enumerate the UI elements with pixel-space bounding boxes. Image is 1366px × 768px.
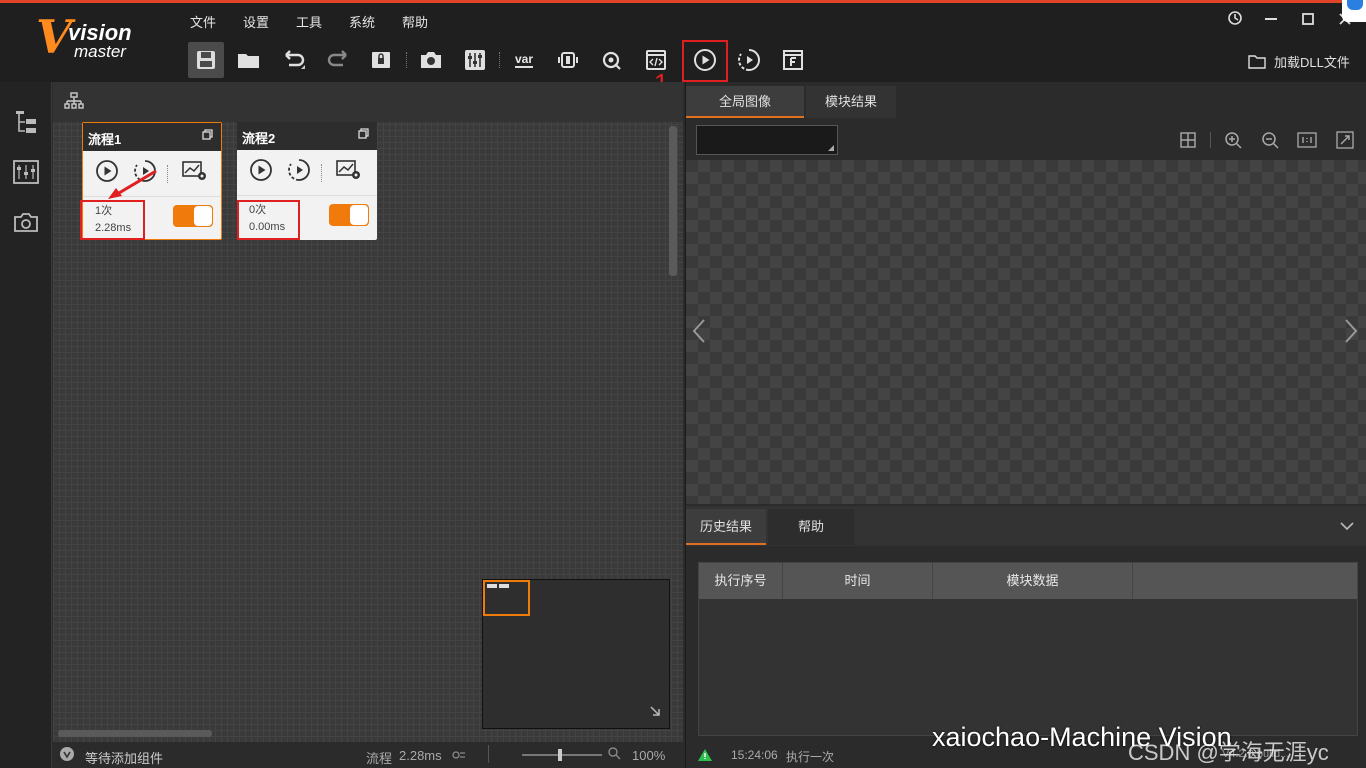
annotation-arrow xyxy=(108,169,157,199)
menu-help[interactable]: 帮助 xyxy=(402,12,428,31)
toolbox-panel-icon[interactable] xyxy=(12,158,40,186)
variable-icon[interactable]: var xyxy=(506,42,542,78)
zoom-out-icon[interactable] xyxy=(1260,131,1280,151)
camera-side-icon[interactable] xyxy=(12,208,40,236)
controller-settings-icon[interactable] xyxy=(457,42,493,78)
image-settings-icon[interactable] xyxy=(182,160,208,187)
communication-icon[interactable] xyxy=(550,42,586,78)
process-card-header: 流程2 xyxy=(237,122,377,150)
history-clock-icon[interactable] xyxy=(1224,10,1246,32)
process-title: 流程1 xyxy=(88,132,122,147)
camera-icon[interactable] xyxy=(413,42,449,78)
loop-run-process-icon[interactable] xyxy=(287,158,311,187)
run-once-highlight-box xyxy=(682,40,728,82)
process-title: 流程2 xyxy=(242,131,276,146)
hierarchy-icon[interactable] xyxy=(64,92,84,115)
load-dll-label: 加载DLL文件 xyxy=(1274,55,1350,70)
corner-badge xyxy=(1342,0,1366,22)
image-display-area[interactable] xyxy=(686,160,1366,504)
menu-file[interactable]: 文件 xyxy=(190,12,216,31)
process-enable-toggle[interactable] xyxy=(329,204,369,226)
redo-icon[interactable] xyxy=(320,42,356,78)
maximize-button[interactable] xyxy=(1297,10,1319,32)
restore-window-icon[interactable] xyxy=(202,129,213,143)
lock-icon[interactable] xyxy=(363,42,399,78)
resize-corner-icon[interactable] xyxy=(649,704,661,722)
process-enable-toggle[interactable] xyxy=(173,205,213,227)
function-f-icon[interactable] xyxy=(775,42,811,78)
csdn-watermark: CSDN @学海无涯yc xyxy=(1128,740,1329,765)
last-run-message: 执行一次 xyxy=(786,750,835,764)
process-tree-icon[interactable] xyxy=(12,108,40,136)
status-info-icon xyxy=(59,746,75,767)
canvas-vertical-scrollbar[interactable] xyxy=(669,126,677,276)
status-separator xyxy=(488,745,489,763)
zoom-search-icon xyxy=(608,747,621,765)
next-image-icon[interactable] xyxy=(1344,318,1358,351)
run-count-highlight-box xyxy=(80,200,145,240)
image-tool-separator xyxy=(1210,132,1211,148)
fit-image-icon[interactable] xyxy=(1178,131,1198,151)
collapse-chevron-icon[interactable] xyxy=(1340,518,1354,536)
app-logo: V vision master xyxy=(36,14,166,70)
icon-separator xyxy=(321,163,322,182)
toolbar-separator xyxy=(406,52,407,68)
process-card-header: 流程1 xyxy=(83,123,221,151)
last-run-time: 15:24:06 xyxy=(731,748,778,762)
status-message: 等待添加组件 xyxy=(85,751,164,766)
folder-outline-icon xyxy=(1248,55,1266,69)
canvas-horizontal-scrollbar[interactable] xyxy=(58,730,212,737)
open-folder-icon[interactable] xyxy=(231,42,267,78)
settings-small-icon[interactable] xyxy=(452,748,466,766)
save-icon[interactable] xyxy=(188,42,224,78)
canvas-header xyxy=(53,82,683,122)
table-header: 执行序号 时间 模块数据 xyxy=(699,563,1357,599)
var-label: var xyxy=(514,51,534,68)
logo-word-master: master xyxy=(74,42,126,61)
minimize-button[interactable] xyxy=(1260,10,1282,32)
history-results-table: 执行序号 时间 模块数据 xyxy=(698,562,1358,736)
column-module-data[interactable]: 模块数据 xyxy=(933,563,1133,599)
run-count-highlight-box xyxy=(237,200,300,240)
status-ok-icon xyxy=(697,748,713,767)
zoom-in-icon[interactable] xyxy=(1223,131,1243,151)
zoom-slider[interactable] xyxy=(522,749,602,761)
icon-separator xyxy=(167,164,168,183)
fullscreen-icon[interactable] xyxy=(1335,131,1355,151)
load-dll-button[interactable]: 加载DLL文件 xyxy=(1248,52,1350,71)
run-process-icon[interactable] xyxy=(249,158,273,187)
image-source-select[interactable] xyxy=(696,125,838,155)
menu-system[interactable]: 系统 xyxy=(349,12,375,31)
tab-global-image[interactable]: 全局图像 xyxy=(686,86,804,118)
previous-image-icon[interactable] xyxy=(692,318,706,351)
logo-letter: V xyxy=(36,10,72,64)
restore-window-icon[interactable] xyxy=(358,128,369,142)
toolbar-separator xyxy=(499,52,500,68)
tab-help[interactable]: 帮助 xyxy=(768,509,854,545)
image-settings-icon[interactable] xyxy=(336,159,362,186)
tab-history-results[interactable]: 历史结果 xyxy=(686,509,766,545)
menu-tools[interactable]: 工具 xyxy=(296,12,322,31)
column-execution-no[interactable]: 执行序号 xyxy=(699,563,783,599)
canvas-minimap[interactable] xyxy=(482,579,670,729)
undo-icon[interactable] xyxy=(276,42,312,78)
column-time[interactable]: 时间 xyxy=(783,563,933,599)
zoom-value: 100% xyxy=(632,748,666,763)
menu-settings[interactable]: 设置 xyxy=(243,12,269,31)
process-time-label: 流程 xyxy=(366,751,393,766)
process-time-value: 2.28ms xyxy=(399,748,442,763)
actual-size-icon[interactable] xyxy=(1297,131,1317,151)
run-continuous-icon[interactable] xyxy=(731,42,767,78)
minimap-viewport[interactable] xyxy=(483,580,530,616)
global-trigger-icon[interactable] xyxy=(594,42,630,78)
column-empty xyxy=(1133,563,1357,599)
tab-module-results[interactable]: 模块结果 xyxy=(806,86,896,118)
